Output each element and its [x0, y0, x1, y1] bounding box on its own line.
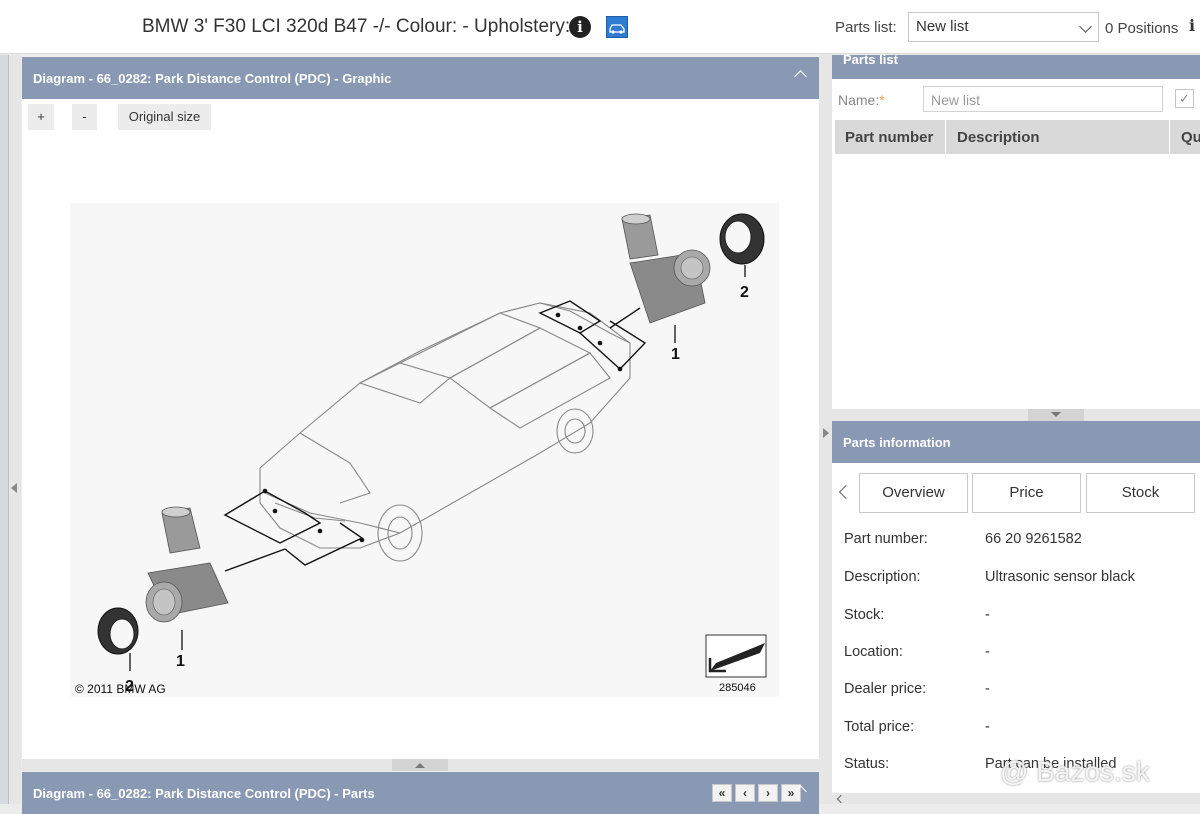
parts-list-panel-header: Parts list — [832, 52, 1200, 79]
middle-splitter[interactable] — [819, 55, 832, 804]
callout-1-rear: 1 — [671, 346, 680, 363]
chevron-up-icon[interactable] — [794, 70, 807, 83]
info-label: Part number: — [844, 531, 928, 547]
prev-page-button[interactable]: ‹ — [735, 784, 755, 802]
tab-price[interactable]: Price — [972, 473, 1081, 513]
info-value: Ultrasonic sensor black — [985, 569, 1135, 585]
top-bar: BMW 3' F30 LCI 320d B47 -/- Colour: - Up… — [0, 0, 1200, 54]
horizontal-scrollbar[interactable] — [832, 793, 1200, 804]
parts-list-name-row: Name:* New list ✓ — [832, 79, 1200, 119]
arrow-left-icon[interactable] — [11, 483, 17, 493]
callout-1-front: 1 — [176, 653, 185, 670]
zoom-out-button[interactable]: - — [72, 104, 97, 130]
parts-panel-header: Diagram - 66_0282: Park Distance Control… — [22, 772, 819, 814]
callout-2-rear: 2 — [740, 284, 749, 301]
copyright-text: © 2011 BMW AG — [75, 682, 166, 696]
info-label: Stock: — [844, 607, 885, 623]
car-graphic — [609, 24, 625, 34]
parts-information-header: Parts information — [832, 421, 1200, 463]
diagram-parts-splitter[interactable] — [22, 759, 819, 771]
info-value: 66 20 9261582 — [985, 531, 1082, 547]
right-splitter[interactable] — [832, 409, 1200, 421]
pdc-diagram-graphic[interactable]: 1 2 1 2 © 2011 BMW AG 285046 — [70, 203, 779, 697]
parts-list-table-body — [835, 154, 1200, 409]
image-number: 285046 — [719, 682, 756, 694]
info-value: - — [985, 607, 990, 623]
zoom-in-button[interactable]: + — [28, 104, 54, 130]
vehicle-title: BMW 3' F30 LCI 320d B47 -/- Colour: - Up… — [142, 16, 582, 37]
parts-list-title: Parts list — [843, 52, 898, 67]
parts-list-selected-value: New list — [916, 18, 969, 35]
diagram-title: Diagram - 66_0282: Park Distance Control… — [33, 71, 392, 86]
check-icon[interactable]: ✓ — [1175, 89, 1194, 108]
arrow-right-icon[interactable] — [823, 428, 829, 438]
info-label: Total price: — [844, 719, 915, 735]
parts-list-select[interactable]: New list — [908, 12, 1099, 42]
parts-information-title: Parts information — [843, 435, 951, 450]
next-page-button[interactable]: › — [758, 784, 778, 802]
column-divider — [1169, 120, 1170, 154]
col-part-number[interactable]: Part number — [845, 129, 933, 146]
parts-list-label: Parts list: — [835, 19, 897, 36]
first-page-button[interactable]: « — [712, 784, 732, 802]
info-value: - — [985, 681, 990, 697]
positions-count: 0 Positions — [1105, 20, 1179, 37]
tab-overview[interactable]: Overview — [859, 473, 968, 513]
parts-panel-title: Diagram - 66_0282: Park Distance Control… — [33, 786, 375, 801]
arrow-up-icon[interactable] — [392, 759, 448, 771]
info-label: Description: — [844, 569, 921, 585]
info-label: Dealer price: — [844, 681, 927, 697]
info-label: Location: — [844, 644, 903, 660]
parts-list-table-header: Part number Description Qu — [835, 120, 1200, 154]
info-value: - — [985, 719, 990, 735]
required-marker: * — [879, 92, 885, 108]
info-value: - — [985, 644, 990, 660]
direction-arrow-icon — [705, 634, 767, 678]
col-quantity[interactable]: Qu — [1181, 129, 1200, 146]
left-sidebar-edge — [0, 55, 9, 804]
original-size-button[interactable]: Original size — [118, 104, 211, 130]
info-icon[interactable]: i — [569, 16, 591, 38]
info-label: Status: — [844, 756, 890, 772]
column-divider — [945, 120, 946, 154]
chevron-down-icon — [1079, 20, 1092, 33]
arrow-down-icon[interactable] — [1028, 409, 1084, 421]
info-icon-right[interactable]: i — [1189, 16, 1195, 35]
list-name-input[interactable]: New list — [923, 86, 1163, 112]
name-label: Name:* — [838, 92, 885, 108]
name-label-text: Name: — [838, 92, 880, 108]
col-description[interactable]: Description — [957, 129, 1040, 146]
tab-stock[interactable]: Stock — [1086, 473, 1195, 513]
diagram-panel-header: Diagram - 66_0282: Park Distance Control… — [22, 57, 819, 99]
left-splitter[interactable] — [9, 55, 21, 804]
watermark: @ Bazos.sk — [1000, 756, 1150, 787]
car-icon[interactable] — [606, 16, 628, 38]
parts-pagination: «‹ ›» — [712, 784, 804, 802]
